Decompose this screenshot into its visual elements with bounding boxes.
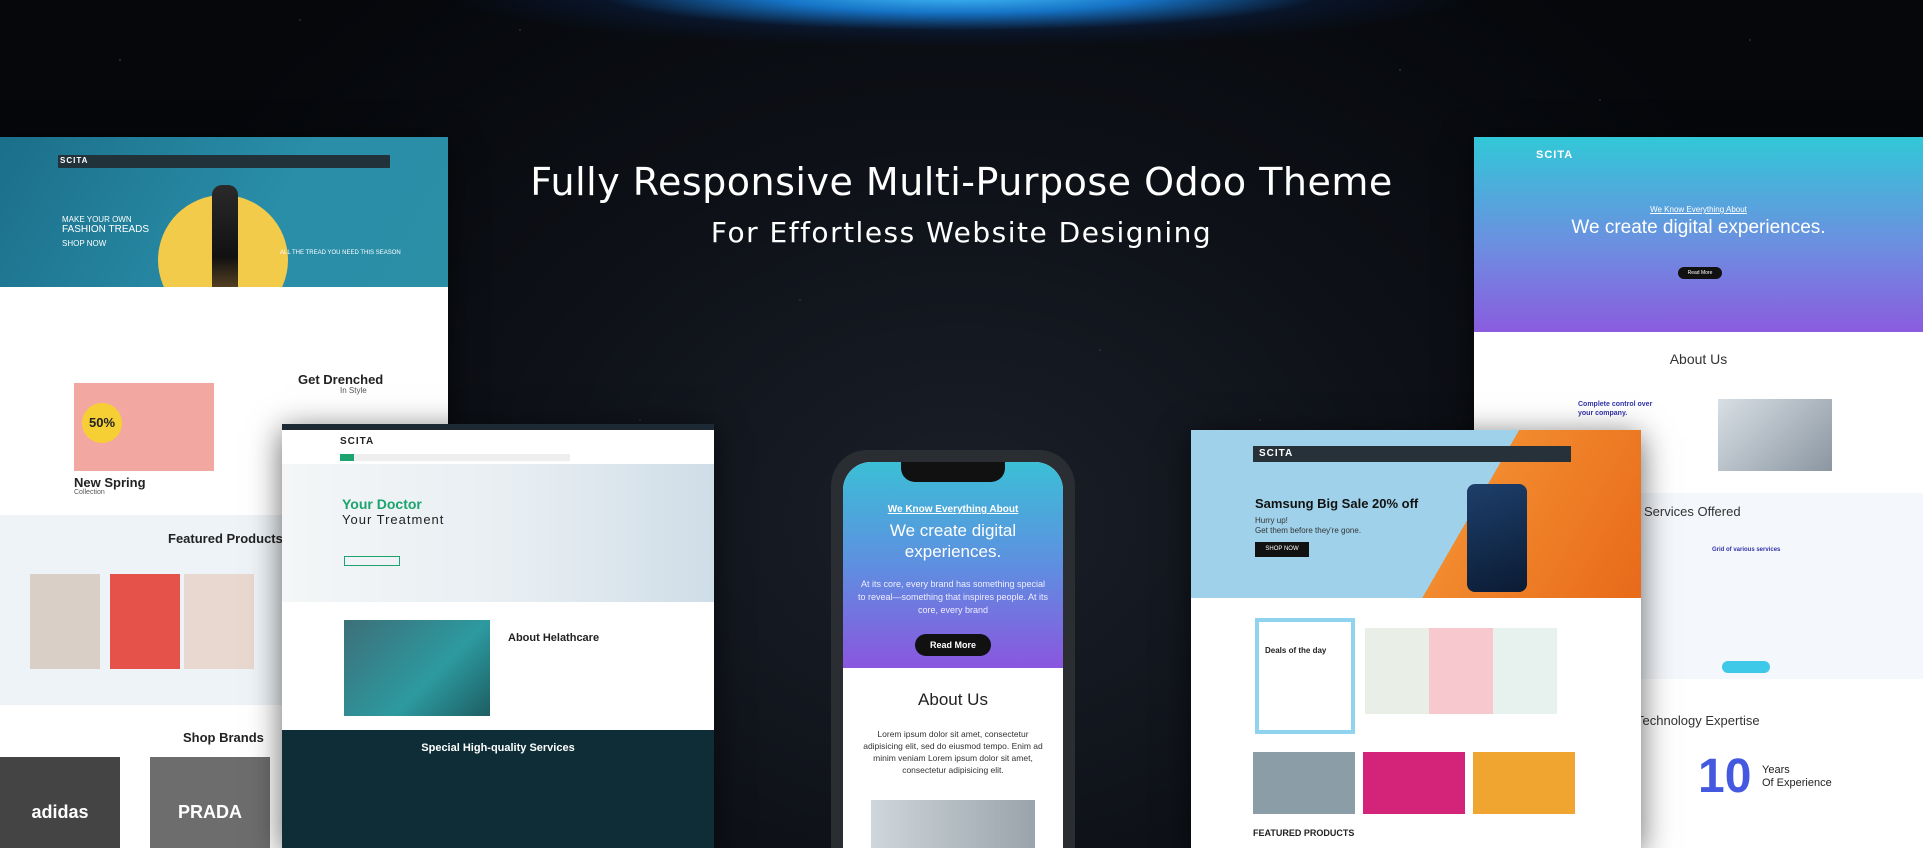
digital-years-label: Years Of Experience: [1762, 764, 1832, 789]
shop-now-link[interactable]: SHOP NOW: [62, 239, 149, 249]
digital-services-heading: Services Offered: [1644, 504, 1741, 519]
shop-hero-title: FASHION TREADS: [62, 224, 150, 235]
shop-discount-badge: 50%: [82, 403, 122, 443]
digital-tech-heading: Technology Expertise: [1636, 713, 1760, 728]
health-services-heading: Special High-quality Services: [421, 742, 575, 754]
shop-featured-heading: Featured Products: [168, 531, 283, 546]
health-hero: [282, 464, 714, 602]
electronics-product-tile[interactable]: [1493, 628, 1557, 714]
phone-lorem-text: Lorem ipsum dolor sit amet, consectetur …: [863, 729, 1043, 775]
digital-grid-heading: Grid of various services: [1712, 547, 1781, 553]
phone-team-photo: [871, 800, 1035, 848]
phone-headline: We create digital experiences.: [889, 521, 1017, 561]
digital-complete-control: Complete control over your company.: [1578, 401, 1653, 417]
digital-years-value: 10: [1698, 750, 1752, 803]
electronics-shop-now-button[interactable]: SHOP NOW: [1255, 542, 1309, 557]
electronics-sale-title: Samsung Big Sale 20% off: [1255, 496, 1419, 511]
shop-product-card[interactable]: [30, 574, 100, 669]
health-hero-subtitle: Your Treatment: [342, 512, 445, 527]
shop-brand-tile[interactable]: PRADA: [150, 757, 270, 848]
health-logo: SCITA: [340, 436, 375, 447]
phone-eyebrow: We Know Everything About: [887, 504, 1019, 515]
digital-services-button[interactable]: [1722, 661, 1770, 673]
shop-collection-title: New Spring: [74, 475, 146, 490]
shop-collection-subtitle: Collection: [74, 489, 105, 496]
phone-notch: [901, 462, 1005, 482]
health-nav-home[interactable]: [340, 454, 354, 461]
electronics-navbar: [1253, 446, 1571, 462]
health-navbar: [340, 454, 570, 461]
shop-product-card[interactable]: [110, 574, 180, 669]
electronics-category-card[interactable]: [1253, 752, 1355, 814]
electronics-category-card[interactable]: [1473, 752, 1575, 814]
healthcare-screenshot: SCITA Your Doctor Your Treatment About H…: [282, 424, 714, 848]
electronics-category-card[interactable]: [1363, 752, 1465, 814]
shop-hero-tagline: ALL THE TREAD YOU NEED THIS SEASON: [280, 250, 401, 256]
phone-about-heading: About Us: [918, 690, 988, 709]
electronics-shop-screenshot: SCITA Samsung Big Sale 20% off Hurry up!…: [1191, 430, 1641, 848]
showcase-banner: Fully Responsive Multi-Purpose Odoo Them…: [0, 0, 1923, 848]
shop-hero-text: MAKE YOUR OWN FASHION TREADS SHOP NOW: [62, 215, 149, 249]
phone-read-more-button[interactable]: Read More: [915, 634, 991, 656]
electronics-featured-heading: FEATURED PRODUCTS: [1253, 828, 1355, 838]
health-topbar: [282, 424, 714, 430]
digital-team-photo: [1718, 399, 1832, 471]
shop-promo-title: Get Drenched: [298, 372, 384, 387]
phone-body-text: At its core, every brand has something s…: [857, 579, 1049, 615]
digital-logo: SCITA: [1536, 149, 1574, 161]
health-hero-title: Your Doctor: [342, 496, 422, 512]
shop-promo-subtitle: In Style: [340, 386, 367, 395]
digital-headline: We create digital experiences.: [1571, 217, 1826, 238]
shop-brand-tile[interactable]: adidas: [0, 757, 120, 848]
health-about-heading: About Helathcare: [508, 632, 600, 644]
health-appointment-button[interactable]: [344, 556, 400, 566]
electronics-product-tile[interactable]: [1429, 628, 1493, 714]
phone-mockup: We Know Everything About We create digit…: [831, 450, 1075, 848]
shop-navbar: [58, 155, 390, 168]
electronics-sale-subtitle: Hurry up! Get them before they're gone.: [1255, 516, 1362, 535]
electronics-phone-image: [1467, 484, 1527, 592]
digital-about-heading: About Us: [1669, 351, 1728, 367]
electronics-product-tile[interactable]: [1365, 628, 1429, 714]
electronics-deal-title: Deals of the day: [1265, 646, 1327, 655]
shop-logo: SCITA: [60, 156, 89, 165]
digital-read-more-button[interactable]: Read More: [1678, 267, 1722, 279]
electronics-deal-card[interactable]: [1255, 618, 1355, 734]
phone-screen: We Know Everything About We create digit…: [843, 462, 1063, 848]
shop-brands-heading: Shop Brands: [183, 730, 264, 745]
electronics-logo: SCITA: [1259, 448, 1294, 459]
digital-eyebrow: We Know Everything About: [1650, 205, 1747, 214]
shop-product-card[interactable]: [184, 574, 254, 669]
health-surgery-photo: [344, 620, 490, 716]
